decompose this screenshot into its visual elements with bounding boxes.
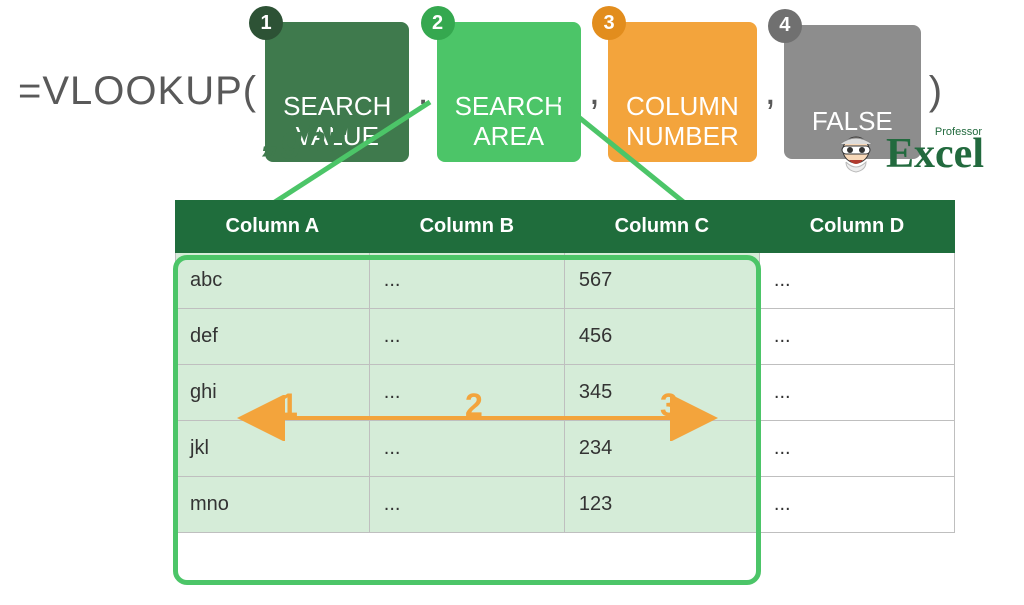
cell: ... [759, 421, 954, 477]
cell: ... [369, 421, 564, 477]
cell: ... [369, 477, 564, 533]
table-row: abc ... 567 ... [176, 253, 955, 309]
badge-4: 4 [768, 9, 802, 43]
cell: ... [369, 309, 564, 365]
table-row: def ... 456 ... [176, 309, 955, 365]
arg-search-area: 2 SEARCH AREA [437, 22, 581, 162]
cell: ... [759, 365, 954, 421]
brand-sup: Professor [935, 126, 982, 138]
separator-2: , [589, 69, 600, 114]
cell: 345 [564, 365, 759, 421]
col-header-c: Column C [564, 201, 759, 253]
cell: ... [369, 365, 564, 421]
cell: ... [759, 253, 954, 309]
brand-text: Professor Excel [886, 130, 984, 178]
table-header-row: Column A Column B Column C Column D [176, 201, 955, 253]
badge-2: 2 [421, 6, 455, 40]
cell: mno [176, 477, 370, 533]
col-header-a: Column A [176, 201, 370, 253]
cell: 123 [564, 477, 759, 533]
formula-prefix: =VLOOKUP( [18, 69, 257, 114]
table-row: ghi ... 345 ... [176, 365, 955, 421]
professor-icon [832, 130, 880, 178]
data-table-wrap: Column A Column B Column C Column D abc … [175, 200, 955, 533]
cell: ... [759, 477, 954, 533]
col-header-b: Column B [369, 201, 564, 253]
badge-3: 3 [592, 6, 626, 40]
cell: ... [369, 253, 564, 309]
cell: 456 [564, 309, 759, 365]
cell: def [176, 309, 370, 365]
separator-3: , [765, 69, 776, 114]
arg-column-number: 3 COLUMN NUMBER [608, 22, 757, 162]
arg-column-number-label: COLUMN NUMBER [626, 91, 739, 151]
badge-1: 1 [249, 6, 283, 40]
cell: ghi [176, 365, 370, 421]
cell: ... [759, 309, 954, 365]
search-value-example: „ghi" [262, 118, 356, 160]
table-row: mno ... 123 ... [176, 477, 955, 533]
table-row: jkl ... 234 ... [176, 421, 955, 477]
separator-1: , [417, 69, 428, 114]
arg-search-area-label: SEARCH AREA [455, 91, 563, 151]
cell: 567 [564, 253, 759, 309]
cell: abc [176, 253, 370, 309]
cell: 234 [564, 421, 759, 477]
professor-excel-logo: Professor Excel [832, 130, 984, 178]
formula-suffix: ) [929, 69, 942, 114]
cell: jkl [176, 421, 370, 477]
data-table: Column A Column B Column C Column D abc … [175, 200, 955, 533]
col-header-d: Column D [759, 201, 954, 253]
